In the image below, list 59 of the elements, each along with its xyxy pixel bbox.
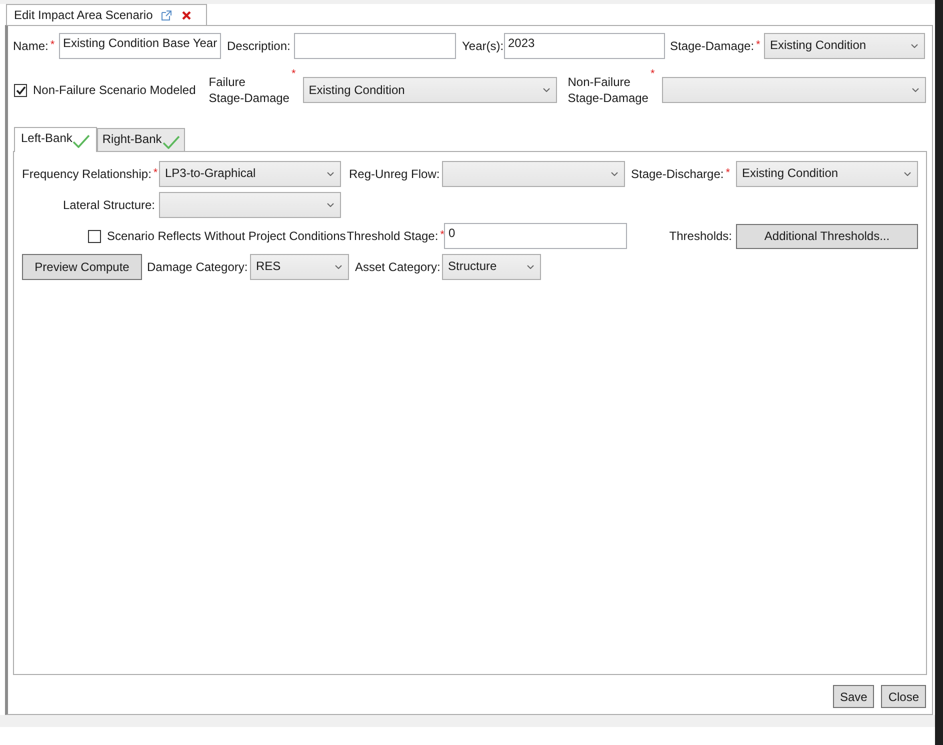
tab[interactable]: Left-Bank	[14, 127, 98, 152]
field-label: Year(s):	[462, 39, 504, 53]
required-mark: *	[153, 167, 158, 179]
save-button[interactable]: Save	[832, 685, 874, 708]
chevron-icon	[335, 265, 342, 269]
dropdown[interactable]: Existing Condition	[302, 77, 557, 103]
field-label: Thresholds:	[669, 229, 732, 243]
check-icon	[16, 86, 26, 94]
chevron-icon	[904, 172, 911, 176]
field-label: Damage Category:	[147, 260, 248, 274]
required-mark: *	[50, 39, 55, 51]
popout-icon	[160, 10, 172, 20]
field-label: Asset Category:	[355, 260, 440, 274]
field-label: Threshold Stage:	[346, 229, 438, 243]
chevron-icon	[527, 265, 534, 269]
input-field[interactable]: Existing Condition Base Year	[59, 33, 221, 59]
field-label: Stage-Damage:	[670, 39, 754, 53]
field-label: Reg-Unreg Flow:	[349, 167, 440, 181]
input-field[interactable]: 2023	[504, 33, 665, 59]
chevron-icon	[542, 88, 550, 92]
chevron-icon	[611, 172, 618, 176]
field-label: Non-Failure Stage-Damage	[568, 74, 648, 106]
chevron-icon	[327, 172, 334, 176]
chevron-icon	[912, 88, 919, 92]
chevron-icon	[911, 44, 918, 48]
tab[interactable]: Right-Bank	[97, 128, 185, 151]
close-button[interactable]: Close	[881, 685, 926, 708]
dropdown[interactable]: Existing Condition	[764, 33, 925, 59]
document-tab[interactable]: Edit Impact Area Scenario	[6, 4, 207, 25]
action-button[interactable]: Additional Thresholds...	[736, 224, 918, 248]
required-mark: *	[756, 39, 760, 51]
dropdown[interactable]: Existing Condition	[736, 161, 918, 187]
dropdown[interactable]	[662, 77, 926, 103]
checkbox[interactable]	[14, 84, 27, 96]
action-button[interactable]: Preview Compute	[22, 254, 142, 280]
required-mark: *	[440, 229, 444, 241]
checkbox-label: Scenario Reflects Without Project Conditions	[107, 229, 346, 243]
input-field[interactable]	[294, 33, 456, 59]
input-field[interactable]: 0	[444, 223, 628, 249]
field-label: Stage-Discharge:	[631, 167, 724, 181]
field-label: Name:	[13, 39, 48, 53]
field-label: Failure Stage-Damage	[208, 74, 290, 106]
dropdown[interactable]: RES	[250, 254, 349, 280]
dropdown[interactable]	[159, 192, 341, 218]
field-label: Lateral Structure:	[62, 198, 155, 212]
chevron-icon	[327, 203, 334, 207]
field-label: Description:	[227, 39, 290, 53]
dropdown[interactable]: LP3-to-Graphical	[159, 161, 341, 187]
required-mark: *	[650, 68, 655, 80]
check-icon	[72, 134, 90, 148]
checkbox[interactable]	[88, 230, 101, 242]
dropdown[interactable]	[442, 161, 625, 187]
close-icon	[182, 10, 191, 20]
dropdown[interactable]: Structure	[442, 254, 541, 280]
required-mark: *	[726, 167, 730, 179]
required-mark: *	[291, 68, 296, 80]
field-label: Frequency Relationship:	[22, 167, 152, 181]
checkbox-label: Non-Failure Scenario Modeled	[33, 83, 196, 97]
check-icon	[162, 135, 180, 149]
